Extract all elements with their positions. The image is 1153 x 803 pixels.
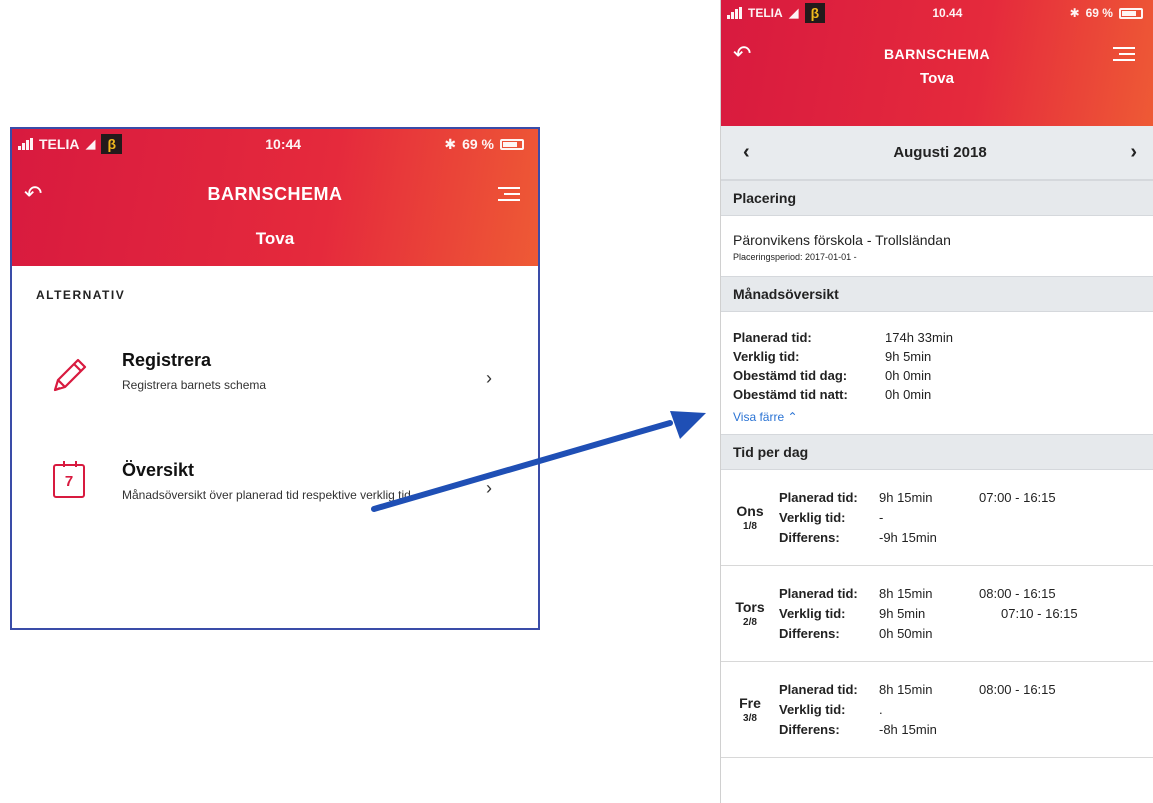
placement-period: Placeringsperiod: 2017-01-01 -: [733, 252, 857, 262]
option-title: Registrera: [122, 350, 212, 370]
per-day-heading: Tid per dag: [721, 434, 1153, 470]
back-arrow-icon[interactable]: ↶: [733, 41, 751, 67]
bluetooth-icon: ✱: [444, 135, 457, 152]
status-bar: TELIA ◢ β 10.44 ✱ 69 %: [721, 0, 1153, 26]
summary-key: Obestämd tid natt:: [733, 387, 848, 402]
planned-label: Planerad tid:: [779, 490, 858, 505]
monthly-heading: Månadsöversikt: [721, 276, 1153, 312]
day-row: Ons 1/8 Planerad tid: 9h 15min 07:00 - 1…: [721, 470, 1153, 566]
diff-value: 0h 50min: [879, 626, 933, 641]
placering-heading: Placering: [721, 180, 1153, 216]
actual-label: Verklig tid:: [779, 606, 846, 621]
battery-icon: [1118, 7, 1143, 19]
planned-value: 9h 15min: [879, 490, 933, 505]
monthly-summary: Planerad tid: 174h 33min Verklig tid: 9h…: [721, 312, 1153, 434]
carrier-label: TELIA: [748, 6, 783, 20]
summary-value: 0h 0min: [885, 387, 932, 402]
summary-value: 9h 5min: [885, 349, 932, 364]
menu-icon[interactable]: [1113, 43, 1135, 65]
day-row: Tors 2/8 Planerad tid: 8h 15min 08:00 - …: [721, 566, 1153, 662]
menu-icon[interactable]: [498, 183, 520, 205]
summary-row: Obestämd tid natt: 0h 0min: [733, 387, 1141, 406]
day-name: Tors: [735, 599, 765, 615]
nav-bar: ↶ BARNSCHEMA: [12, 159, 538, 229]
planned-value: 8h 15min: [879, 682, 933, 697]
planned-time: 08:00 - 16:15: [979, 682, 1056, 697]
planned-time: 08:00 - 16:15: [979, 586, 1056, 601]
planned-label: Planerad tid:: [779, 682, 858, 697]
diff-value: -9h 15min: [879, 530, 937, 545]
app-header: TELIA ◢ β 10.44 ✱ 69 % ↶ BARNSCHEMA Tova: [721, 0, 1153, 126]
beta-badge: β: [804, 3, 826, 23]
calendar-day: 7: [64, 472, 74, 490]
pencil-icon: [44, 354, 94, 398]
summary-value: 0h 0min: [885, 368, 932, 383]
wifi-icon: ◢: [788, 5, 799, 20]
chevron-right-icon[interactable]: ›: [1130, 141, 1137, 164]
summary-row: Verklig tid: 9h 5min: [733, 349, 1141, 368]
actual-time: 07:10 - 16:15: [1001, 606, 1078, 621]
chevron-left-icon[interactable]: ‹: [743, 141, 750, 164]
carrier-label: TELIA: [39, 136, 80, 152]
show-less-link[interactable]: Visa färre ⌃: [733, 410, 1141, 424]
diff-label: Differens:: [779, 626, 840, 641]
diff-value: -8h 15min: [879, 722, 937, 737]
section-label: ALTERNATIV: [36, 288, 126, 302]
planned-time: 07:00 - 16:15: [979, 490, 1056, 505]
summary-key: Planerad tid:: [733, 330, 812, 345]
app-header: TELIA ◢ β 10:44 ✱ 69 % ↶ BARNSCHEMA Tova: [12, 129, 538, 266]
beta-badge: β: [101, 134, 122, 154]
actual-label: Verklig tid:: [779, 510, 846, 525]
month-selector: ‹ Augusti 2018 ›: [721, 126, 1153, 180]
bluetooth-icon: ✱: [1069, 6, 1080, 20]
day-name: Fre: [739, 695, 761, 711]
option-subtitle: Registrera barnets schema: [122, 378, 267, 392]
page-title: BARNSCHEMA: [207, 183, 343, 204]
day-date: 1/8: [743, 521, 757, 532]
battery-icon: [500, 138, 524, 150]
page-title: BARNSCHEMA: [883, 46, 991, 62]
status-bar: TELIA ◢ β 10:44 ✱ 69 %: [12, 129, 538, 159]
nav-bar: ↶ BARNSCHEMA: [721, 26, 1153, 82]
chevron-right-icon: ›: [486, 368, 492, 388]
day-date: 2/8: [743, 617, 757, 628]
composite-screenshot: TELIA ◢ β 10:44 ✱ 69 % ↶ BARNSCHEMA Tova…: [0, 0, 1153, 803]
diff-label: Differens:: [779, 530, 840, 545]
clock: 10:44: [265, 136, 302, 152]
battery-percent: 69 %: [1085, 6, 1113, 20]
flow-arrow: [371, 411, 706, 512]
placement-name: Päronvikens förskola - Trollsländan: [733, 232, 951, 248]
actual-value: -: [879, 510, 884, 525]
planned-label: Planerad tid:: [779, 586, 858, 601]
day-row: Fre 3/8 Planerad tid: 8h 15min 08:00 - 1…: [721, 662, 1153, 758]
options-screen: TELIA ◢ β 10:44 ✱ 69 % ↶ BARNSCHEMA Tova…: [10, 127, 540, 630]
signal-icon: [18, 138, 33, 150]
actual-value: .: [879, 702, 883, 717]
day-date: 3/8: [743, 713, 757, 724]
overview-screen: TELIA ◢ β 10.44 ✱ 69 % ↶ BARNSCHEMA Tova…: [720, 0, 1153, 803]
battery-percent: 69 %: [462, 136, 494, 152]
summary-key: Verklig tid:: [733, 349, 800, 364]
diff-label: Differens:: [779, 722, 840, 737]
month-title: Augusti 2018: [893, 144, 987, 161]
summary-row: Obestämd tid dag: 0h 0min: [733, 368, 1141, 387]
back-arrow-icon[interactable]: ↶: [24, 181, 42, 207]
wifi-icon: ◢: [85, 136, 96, 151]
day-name: Ons: [736, 503, 764, 519]
summary-value: 174h 33min: [885, 330, 953, 345]
actual-value: 9h 5min: [879, 606, 926, 621]
child-name: Tova: [255, 229, 295, 248]
placering-section: Päronvikens förskola - Trollsländan Plac…: [721, 216, 1153, 276]
planned-value: 8h 15min: [879, 586, 933, 601]
calendar-icon: 7: [44, 461, 94, 498]
signal-icon: [727, 7, 742, 19]
actual-label: Verklig tid:: [779, 702, 846, 717]
summary-row: Planerad tid: 174h 33min: [733, 330, 1141, 349]
clock: 10.44: [932, 6, 963, 20]
summary-key: Obestämd tid dag:: [733, 368, 848, 383]
